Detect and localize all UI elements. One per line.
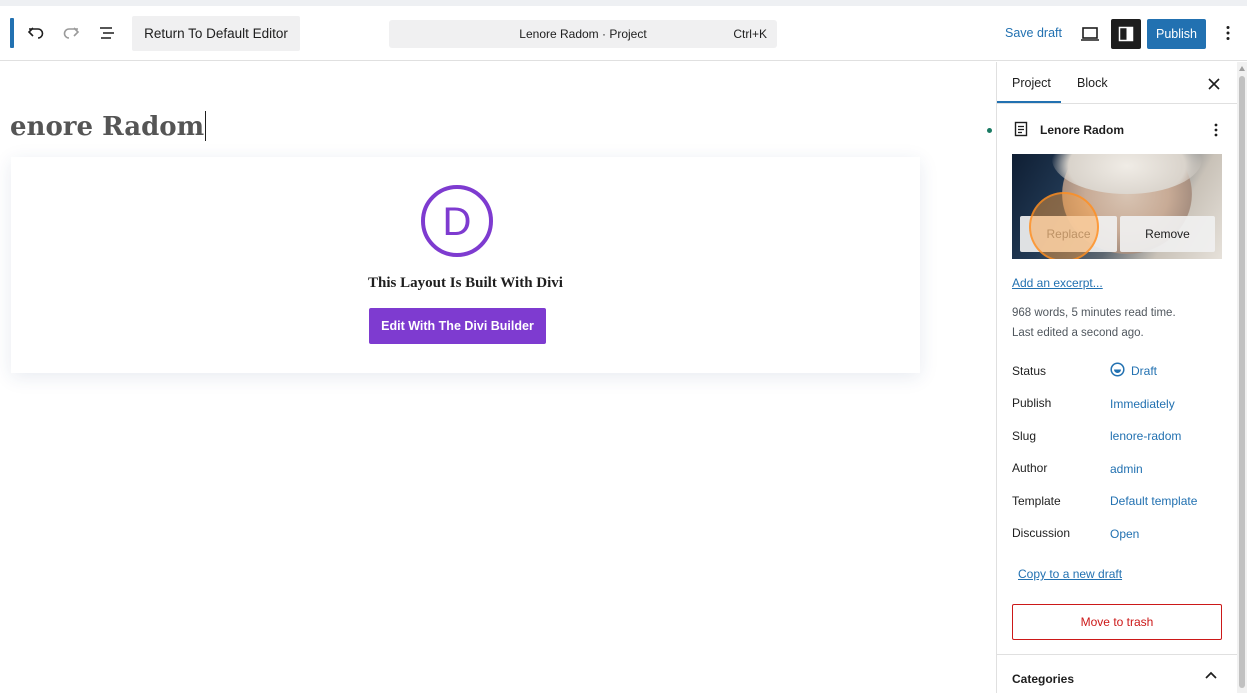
scroll-up-arrow[interactable] [1239, 66, 1245, 71]
preview-device-icon[interactable] [1076, 20, 1104, 48]
word-count: 968 words, 5 minutes read time. [1012, 307, 1176, 319]
block-indicator-dot [987, 128, 992, 133]
discussion-value[interactable]: Open [1110, 527, 1139, 541]
site-logo-edge[interactable] [10, 18, 14, 48]
svg-text:D: D [443, 200, 472, 244]
publish-value[interactable]: Immediately [1110, 397, 1175, 411]
slug-value[interactable]: lenore-radom [1110, 429, 1181, 443]
template-value[interactable]: Default template [1110, 494, 1197, 508]
featured-image[interactable]: Replace Remove [1012, 154, 1222, 259]
divi-placeholder-card: D This Layout Is Built With Divi Edit Wi… [11, 157, 920, 373]
categories-panel-title[interactable]: Categories [1012, 672, 1074, 686]
redo-icon[interactable] [57, 19, 85, 47]
command-bar-shortcut: Ctrl+K [733, 27, 767, 41]
author-label: Author [1012, 461, 1048, 475]
draft-status-icon [1110, 362, 1125, 377]
save-draft-button[interactable]: Save draft [1005, 26, 1062, 40]
last-edited: Last edited a second ago. [1012, 327, 1144, 339]
undo-icon[interactable] [22, 19, 50, 47]
remove-image-button[interactable]: Remove [1120, 216, 1215, 252]
discussion-label: Discussion [1012, 526, 1071, 540]
move-to-trash-button[interactable]: Move to trash [1012, 604, 1222, 640]
tab-block[interactable]: Block [1077, 76, 1108, 90]
command-palette-bar[interactable]: Lenore Radom · Project Ctrl+K [389, 20, 777, 48]
click-highlight [1029, 192, 1099, 259]
scrollbar-thumb[interactable] [1239, 76, 1245, 688]
return-to-default-editor-button[interactable]: Return To Default Editor [132, 16, 300, 51]
sidebar-tabs: Project Block [997, 62, 1237, 104]
editor-header: Return To Default Editor Lenore Radom · … [0, 6, 1247, 61]
command-bar-title: Lenore Radom · Project [519, 27, 647, 41]
publish-label: Publish [1012, 396, 1052, 410]
document-overview-icon[interactable] [93, 19, 121, 47]
tab-project[interactable]: Project [1012, 76, 1051, 90]
template-label: Template [1012, 494, 1061, 508]
post-title[interactable]: enore Radom [10, 111, 207, 142]
status-label: Status [1012, 364, 1047, 378]
post-document-icon [1014, 121, 1028, 137]
copy-to-new-draft-link[interactable]: Copy to a new draft [1018, 567, 1122, 581]
sidebar-toggle-icon[interactable] [1111, 19, 1141, 49]
edit-with-divi-button[interactable]: Edit With The Divi Builder [369, 308, 546, 344]
settings-sidebar: Project Block Lenore Radom Replace Remov… [996, 62, 1237, 693]
sidebar-scrollbar[interactable] [1237, 62, 1247, 693]
close-icon[interactable] [1204, 74, 1224, 94]
sidebar-divider [997, 654, 1237, 655]
text-caret [205, 111, 207, 141]
divi-layout-heading: This Layout Is Built With Divi [368, 275, 563, 291]
document-actions-icon[interactable] [1210, 120, 1222, 140]
chevron-up-icon[interactable] [1204, 669, 1218, 683]
add-excerpt-link[interactable]: Add an excerpt... [1012, 276, 1103, 290]
slug-label: Slug [1012, 429, 1037, 443]
more-options-icon[interactable] [1214, 19, 1242, 47]
document-title: Lenore Radom [1040, 123, 1125, 137]
active-tab-indicator [997, 101, 1061, 103]
editor-canvas: enore Radom D This Layout Is Built With … [0, 62, 996, 693]
post-title-text: enore Radom [10, 112, 205, 142]
publish-button[interactable]: Publish [1147, 19, 1206, 49]
status-value[interactable]: Draft [1131, 364, 1157, 378]
divi-logo-icon: D [421, 185, 493, 257]
document-summary-header: Lenore Radom [1012, 120, 1222, 140]
author-value[interactable]: admin [1110, 462, 1143, 476]
